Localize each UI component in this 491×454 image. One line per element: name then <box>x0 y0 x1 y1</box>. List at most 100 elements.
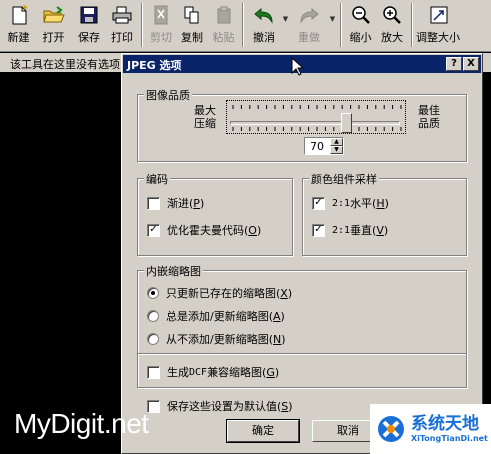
best-quality-label: 最佳 品质 <box>418 104 440 130</box>
sampling-group: 颜色组件采样 <box>302 171 467 256</box>
dcf-key: G <box>266 365 275 379</box>
paste-button[interactable]: 粘贴 <box>208 0 239 50</box>
radio-update-existing[interactable]: 只更新已存在的缩略图(X) <box>147 285 292 301</box>
undo-dropdown-icon[interactable]: ▼ <box>281 0 290 50</box>
redo-button[interactable]: 重做 <box>290 0 328 50</box>
checkmark-icon: ✓ <box>312 196 325 210</box>
toolbar-separator <box>340 3 342 47</box>
save-button[interactable]: 保存 <box>72 0 106 50</box>
dcf-thumbnail-checkbox[interactable]: 生成 DCF 兼容缩略图(G) <box>147 364 279 380</box>
spin-up-icon[interactable]: ▲ <box>330 138 343 146</box>
always-add-key: A <box>273 309 281 323</box>
dcf-label-pre: 生成 <box>167 366 189 379</box>
cut-icon <box>150 4 172 26</box>
ok-button[interactable]: 确定 <box>226 419 300 443</box>
never-add-key: N <box>273 332 282 346</box>
slider-thumb[interactable] <box>341 113 353 133</box>
max-compress-label: 最大 压缩 <box>194 104 216 130</box>
quality-spinbox[interactable]: 70 ▲ ▼ <box>304 137 344 155</box>
zoom-in-icon <box>381 4 403 26</box>
spin-down-icon[interactable]: ▼ <box>330 146 343 154</box>
zoom-out-button[interactable]: 缩小 <box>345 0 376 50</box>
zoom-in-button[interactable]: 放大 <box>376 0 408 50</box>
watermark-cn-text: 系统天地 <box>411 414 479 434</box>
vertical-label: 垂直( <box>350 224 377 237</box>
compress-label: 压缩 <box>194 117 216 130</box>
mouse-pointer-icon <box>291 57 305 76</box>
progressive-key: P <box>193 196 200 210</box>
update-existing-label: 只更新已存在的缩略图( <box>166 287 281 300</box>
jpeg-options-dialog: JPEG 选项 ? X 图像品质 最大 压缩 最佳 品质 70 ▲ ▼ 编码 渐… <box>121 53 483 454</box>
quality-spin-buttons: ▲ ▼ <box>330 138 343 154</box>
never-add-suffix: ) <box>281 332 286 346</box>
radio-selected-icon <box>147 287 159 299</box>
paste-icon <box>213 4 235 26</box>
open-button[interactable]: 打开 <box>35 0 72 50</box>
encoding-legend: 编码 <box>144 171 170 187</box>
save-default-checkbox[interactable]: 保存这些设置为默认值(S) <box>147 398 293 414</box>
watermark-xitongtiandi: 系统天地 XiTongTianDi.net <box>370 404 491 454</box>
copy-icon <box>181 4 203 26</box>
toolbar-separator <box>411 3 413 47</box>
horizontal-ratio: 2:1 <box>332 197 351 209</box>
sampling-legend: 颜色组件采样 <box>309 171 379 187</box>
dialog-title: JPEG 选项 <box>127 59 182 72</box>
quality-slider[interactable] <box>226 100 406 134</box>
vertical-key: V <box>376 223 384 237</box>
checkbox-box <box>147 196 160 210</box>
vertical-sampling-checkbox[interactable]: ✓ 2:1 垂直(V) <box>312 222 388 238</box>
encoding-group: 编码 <box>137 171 293 256</box>
always-add-label: 总是添加/更新缩略图( <box>166 310 273 323</box>
help-button[interactable]: ? <box>446 57 462 71</box>
checkbox-box <box>147 365 160 379</box>
zoom-out-icon <box>350 4 372 26</box>
quality-legend: 图像品质 <box>144 87 192 103</box>
quality-label: 品质 <box>418 117 440 130</box>
progressive-label: 渐进( <box>167 197 194 210</box>
redo-dropdown-icon[interactable]: ▼ <box>328 0 337 50</box>
optimize-huffman-suffix: ) <box>256 223 262 237</box>
checkmark-icon: ✓ <box>147 223 160 237</box>
dcf-suffix: ) <box>274 365 280 379</box>
update-existing-suffix: ) <box>287 286 293 300</box>
print-button[interactable]: 打印 <box>106 0 138 50</box>
horizontal-label: 水平( <box>350 197 377 210</box>
copy-button[interactable]: 复制 <box>176 0 208 50</box>
optimize-huffman-key: O <box>248 223 257 237</box>
watermark-en-text: XiTongTianDi.net <box>411 434 488 443</box>
slider-track <box>230 121 400 125</box>
save-disk-icon <box>78 4 100 26</box>
horizontal-suffix: ) <box>384 196 389 210</box>
close-button[interactable]: X <box>463 57 479 71</box>
always-add-suffix: ) <box>280 309 285 323</box>
radio-never-add[interactable]: 从不添加/更新缩略图(N) <box>147 331 286 347</box>
new-button[interactable]: 新建 <box>2 0 35 50</box>
slider-ticks-top <box>232 105 402 109</box>
never-add-label: 从不添加/更新缩略图( <box>166 333 273 346</box>
checkmark-icon: ✓ <box>312 223 325 237</box>
redo-arrow-icon <box>298 4 320 26</box>
thumbnail-divider <box>138 353 466 355</box>
resize-button[interactable]: 调整大小 <box>416 0 462 50</box>
radio-icon <box>147 310 159 322</box>
new-file-icon <box>8 4 30 26</box>
watermark-mydigit: MyDigit.net <box>14 408 149 439</box>
slider-ticks-bottom <box>232 127 402 131</box>
dcf-label-mono: DCF <box>189 366 208 378</box>
radio-always-add[interactable]: 总是添加/更新缩略图(A) <box>147 308 285 324</box>
cut-button[interactable]: 剪切 <box>146 0 176 50</box>
tool-hint-text: 该工具在这里没有选项 <box>10 58 120 71</box>
optimize-huffman-checkbox[interactable]: ✓ 优化霍夫曼代码(O) <box>147 222 261 238</box>
thumbnail-legend: 内嵌缩略图 <box>144 263 203 279</box>
quality-value: 70 <box>310 140 324 153</box>
undo-button[interactable]: 撤消 <box>247 0 281 50</box>
toolbar-separator <box>242 3 244 47</box>
progressive-checkbox[interactable]: 渐进(P) <box>147 195 204 211</box>
update-existing-key: X <box>280 286 288 300</box>
max-label: 最大 <box>194 104 216 117</box>
open-folder-icon <box>42 4 65 26</box>
optimize-huffman-label: 优化霍夫曼代码( <box>167 224 249 237</box>
undo-arrow-icon <box>253 4 275 26</box>
printer-icon <box>111 4 133 26</box>
horizontal-sampling-checkbox[interactable]: ✓ 2:1 水平(H) <box>312 195 389 211</box>
